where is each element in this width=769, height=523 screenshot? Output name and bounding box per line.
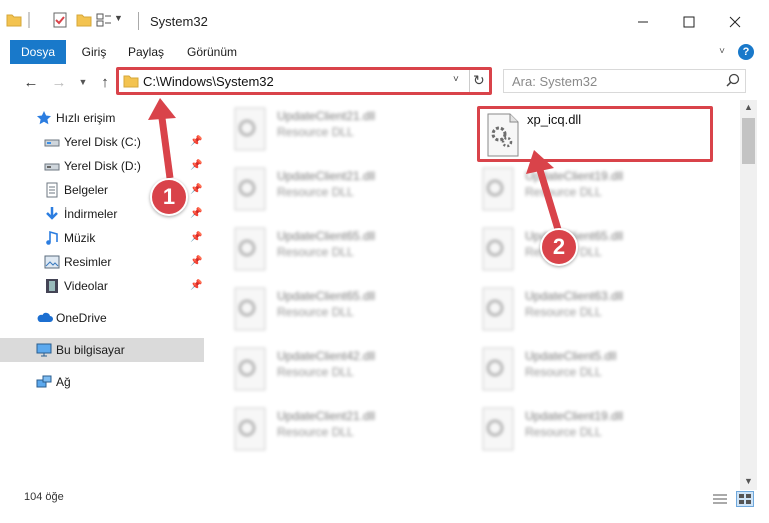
annotation-arrows [148,98,564,238]
step-marker-1: 1 [150,178,188,216]
step-marker-2: 2 [540,228,578,266]
